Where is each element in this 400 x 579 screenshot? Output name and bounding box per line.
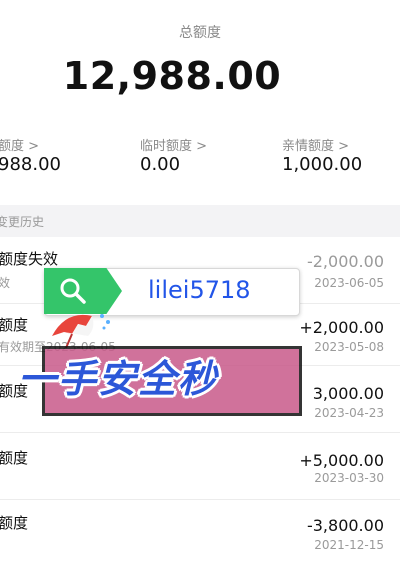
history-row[interactable]: 额度 -3,800.00 2021-12-15 [0,500,400,564]
search-icon [60,278,86,304]
total-credit-amount: 12,988.00 [62,54,282,98]
history-row[interactable]: 额度 +5,000.00 2023-03-30 [0,433,400,497]
row-amount: -3,800.00 [306,516,384,535]
search-handle-text: lilei5718 [148,276,251,304]
row-title: 额度 [0,449,29,467]
total-credit-label: 总额度 [179,25,221,41]
row-title: 额度 [0,514,29,532]
slogan-text: 一手安全秒 [18,357,219,401]
base-credit-value: 988.00 [0,154,61,175]
history-section-title: 变更历史 [0,215,45,229]
row-date: 2023-03-30 [314,471,384,485]
temporary-credit-value: 0.00 [140,154,181,175]
temporary-credit-link[interactable]: 临时额度 > [140,135,207,154]
family-credit-value: 1,000.00 [282,154,363,175]
row-amount: +2,000.00 [299,318,384,337]
row-title: 额度 [0,316,29,334]
base-credit-link[interactable]: 额度 > [0,135,39,154]
row-amount: +5,000.00 [299,451,384,470]
history-section-header [0,205,400,237]
row-title: 额度失效 [0,250,59,268]
row-date: 2021-12-15 [314,538,384,552]
row-subtitle: 效 [0,276,11,290]
family-credit-link[interactable]: 亲情额度 > [282,135,349,154]
